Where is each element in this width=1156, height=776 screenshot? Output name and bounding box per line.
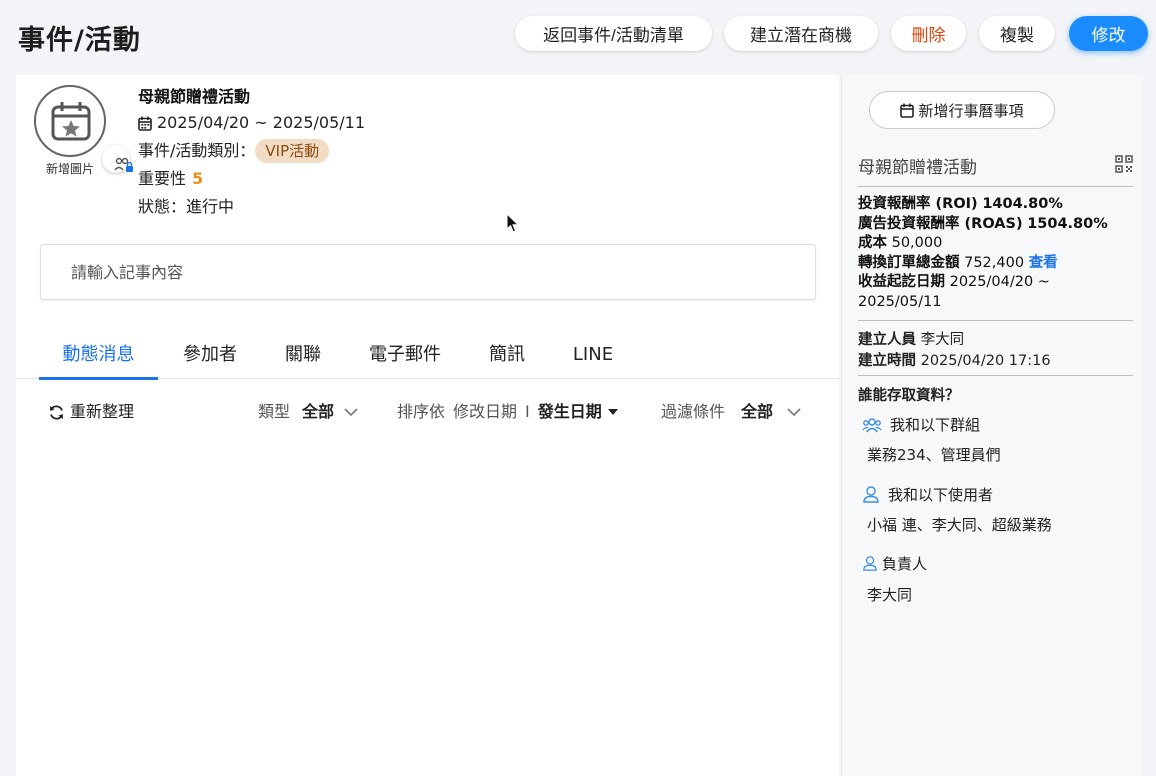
note-input[interactable] [40, 244, 816, 300]
event-importance-row: 重要性 5 [138, 165, 365, 193]
event-summary-sidebar: 新增行事曆事項 母親節贈禮活動 投資報酬率 (ROI) 1404.80% 廣告投… [841, 75, 1142, 776]
add-calendar-event-button[interactable]: 新增行事曆事項 [869, 91, 1055, 129]
tab-email[interactable]: 電子郵件 [362, 334, 448, 379]
event-detail-panel: 新增圖片 母親節贈禮活動 2025/04/20 ~ 2025/05/11 事件/… [16, 75, 839, 776]
chevron-down-icon [344, 407, 358, 417]
chevron-down-icon [787, 407, 801, 417]
type-filter[interactable]: 類型 全部 [258, 397, 358, 427]
sort-option-modified[interactable]: 修改日期 [453, 397, 517, 427]
filter-control[interactable]: 過濾條件 全部 [661, 397, 801, 427]
divider [858, 320, 1133, 321]
event-status-row: 狀態： 進行中 [138, 193, 365, 221]
divider [858, 186, 1133, 187]
event-title: 母親節贈禮活動 [138, 87, 251, 106]
page-header: 事件/活動 返回事件/活動清單 建立潛在商機 刪除 複製 修改 [0, 0, 1156, 72]
user-icon [863, 486, 879, 503]
filter-label: 過濾條件 [661, 402, 726, 421]
filter-value: 全部 [741, 402, 774, 421]
revenue-period-label: 收益起訖日期 [858, 274, 945, 290]
conversion-value: 752,400 [964, 254, 1025, 271]
page-title: 事件/活動 [18, 25, 141, 56]
type-label: 類型 [258, 402, 291, 421]
feed-toolbar: 重新整理 類型 全部 排序依 修改日期 I 發生日期 過濾條件 全部 [16, 397, 839, 427]
divider [858, 375, 1133, 376]
edit-button[interactable]: 修改 [1069, 16, 1148, 51]
event-date-row: 2025/04/20 ~ 2025/05/11 [138, 109, 365, 137]
qr-code-icon[interactable] [1115, 155, 1133, 177]
users-value: 小福 連、李大同、超級業務 [867, 516, 1052, 534]
sidebar-event-title: 母親節贈禮活動 [858, 158, 977, 178]
roas-label: 廣告投資報酬率 (ROAS) [858, 215, 1023, 232]
sort-option-occurred[interactable]: 發生日期 [538, 397, 602, 427]
add-image-label[interactable]: 新增圖片 [32, 160, 108, 177]
event-category-row: 事件/活動類別： VIP活動 [138, 137, 365, 165]
owner-header: 負責人 [862, 553, 927, 574]
cost-value: 50,000 [891, 235, 943, 251]
owner-value: 李大同 [867, 586, 913, 604]
creator-info: 建立人員 李大同 建立時間 2025/04/20 17:16 [858, 330, 1051, 372]
access-groups-header: 我和以下群組 [862, 414, 980, 435]
cost-label: 成本 [858, 235, 887, 251]
type-value: 全部 [302, 402, 335, 421]
activity-tabs: 動態消息 參加者 關聯 電子郵件 簡訊 LINE [16, 334, 839, 380]
users-label: 我和以下使用者 [888, 486, 994, 504]
caret-down-icon [607, 409, 618, 415]
created-time-label: 建立時間 [858, 353, 916, 369]
copy-button[interactable]: 複製 [979, 16, 1055, 51]
creator-label: 建立人員 [858, 332, 916, 348]
delete-button[interactable]: 刪除 [891, 16, 966, 51]
importance-label: 重要性 [138, 169, 187, 188]
calendar-star-icon [51, 102, 91, 141]
status-value: 進行中 [186, 197, 235, 216]
category-label: 事件/活動類別： [138, 141, 256, 160]
access-users-header: 我和以下使用者 [862, 484, 993, 505]
sort-label: 排序依 [397, 402, 446, 421]
groups-value: 業務234、管理員們 [867, 446, 1001, 464]
refresh-icon [48, 404, 65, 421]
campaign-metrics: 投資報酬率 (ROI) 1404.80% 廣告投資報酬率 (ROAS) 1504… [858, 195, 1138, 312]
refresh-button[interactable]: 重新整理 [48, 397, 134, 427]
created-time-value: 2025/04/20 17:16 [920, 353, 1051, 369]
tab-line[interactable]: LINE [566, 334, 620, 379]
refresh-label: 重新整理 [70, 402, 135, 421]
event-image-placeholder[interactable] [34, 85, 133, 173]
group-icon [862, 417, 882, 432]
importance-value: 5 [192, 169, 204, 188]
revenue-period-end: 2025/05/11 [858, 293, 942, 310]
conversion-label: 轉換訂單總金額 [858, 254, 960, 271]
event-date-range: 2025/04/20 ~ 2025/05/11 [157, 113, 366, 132]
category-tag: VIP活動 [255, 139, 330, 163]
access-title: 誰能存取資料？ [858, 388, 960, 404]
tab-relations[interactable]: 關聯 [278, 334, 328, 379]
roi-value: 1404.80% [982, 196, 1063, 212]
add-calendar-label: 新增行事曆事項 [918, 102, 1024, 120]
owner-label: 負責人 [882, 555, 928, 573]
create-opportunity-button[interactable]: 建立潛在商機 [724, 16, 878, 51]
roas-value: 1504.80% [1027, 215, 1108, 232]
user-icon [863, 556, 877, 571]
creator-value: 李大同 [920, 332, 965, 348]
roi-label: 投資報酬率 (ROI) [858, 196, 978, 212]
calendar-icon [900, 103, 915, 118]
calendar-icon [138, 116, 152, 131]
revenue-period-start: 2025/04/20 ~ [949, 274, 1050, 290]
tab-sms[interactable]: 簡訊 [482, 334, 532, 379]
mouse-pointer-icon [506, 212, 520, 238]
tab-news-feed[interactable]: 動態消息 [39, 334, 158, 380]
view-link[interactable]: 查看 [1029, 255, 1058, 271]
sort-separator: I [525, 402, 530, 421]
event-info: 母親節贈禮活動 2025/04/20 ~ 2025/05/11 事件/活動類別：… [138, 85, 365, 221]
back-to-list-button[interactable]: 返回事件/活動清單 [515, 16, 712, 51]
tab-participants[interactable]: 參加者 [174, 334, 246, 379]
status-label: 狀態： [138, 197, 187, 216]
groups-label: 我和以下群組 [890, 416, 981, 434]
sort-control[interactable]: 排序依 修改日期 I 發生日期 [397, 397, 618, 427]
